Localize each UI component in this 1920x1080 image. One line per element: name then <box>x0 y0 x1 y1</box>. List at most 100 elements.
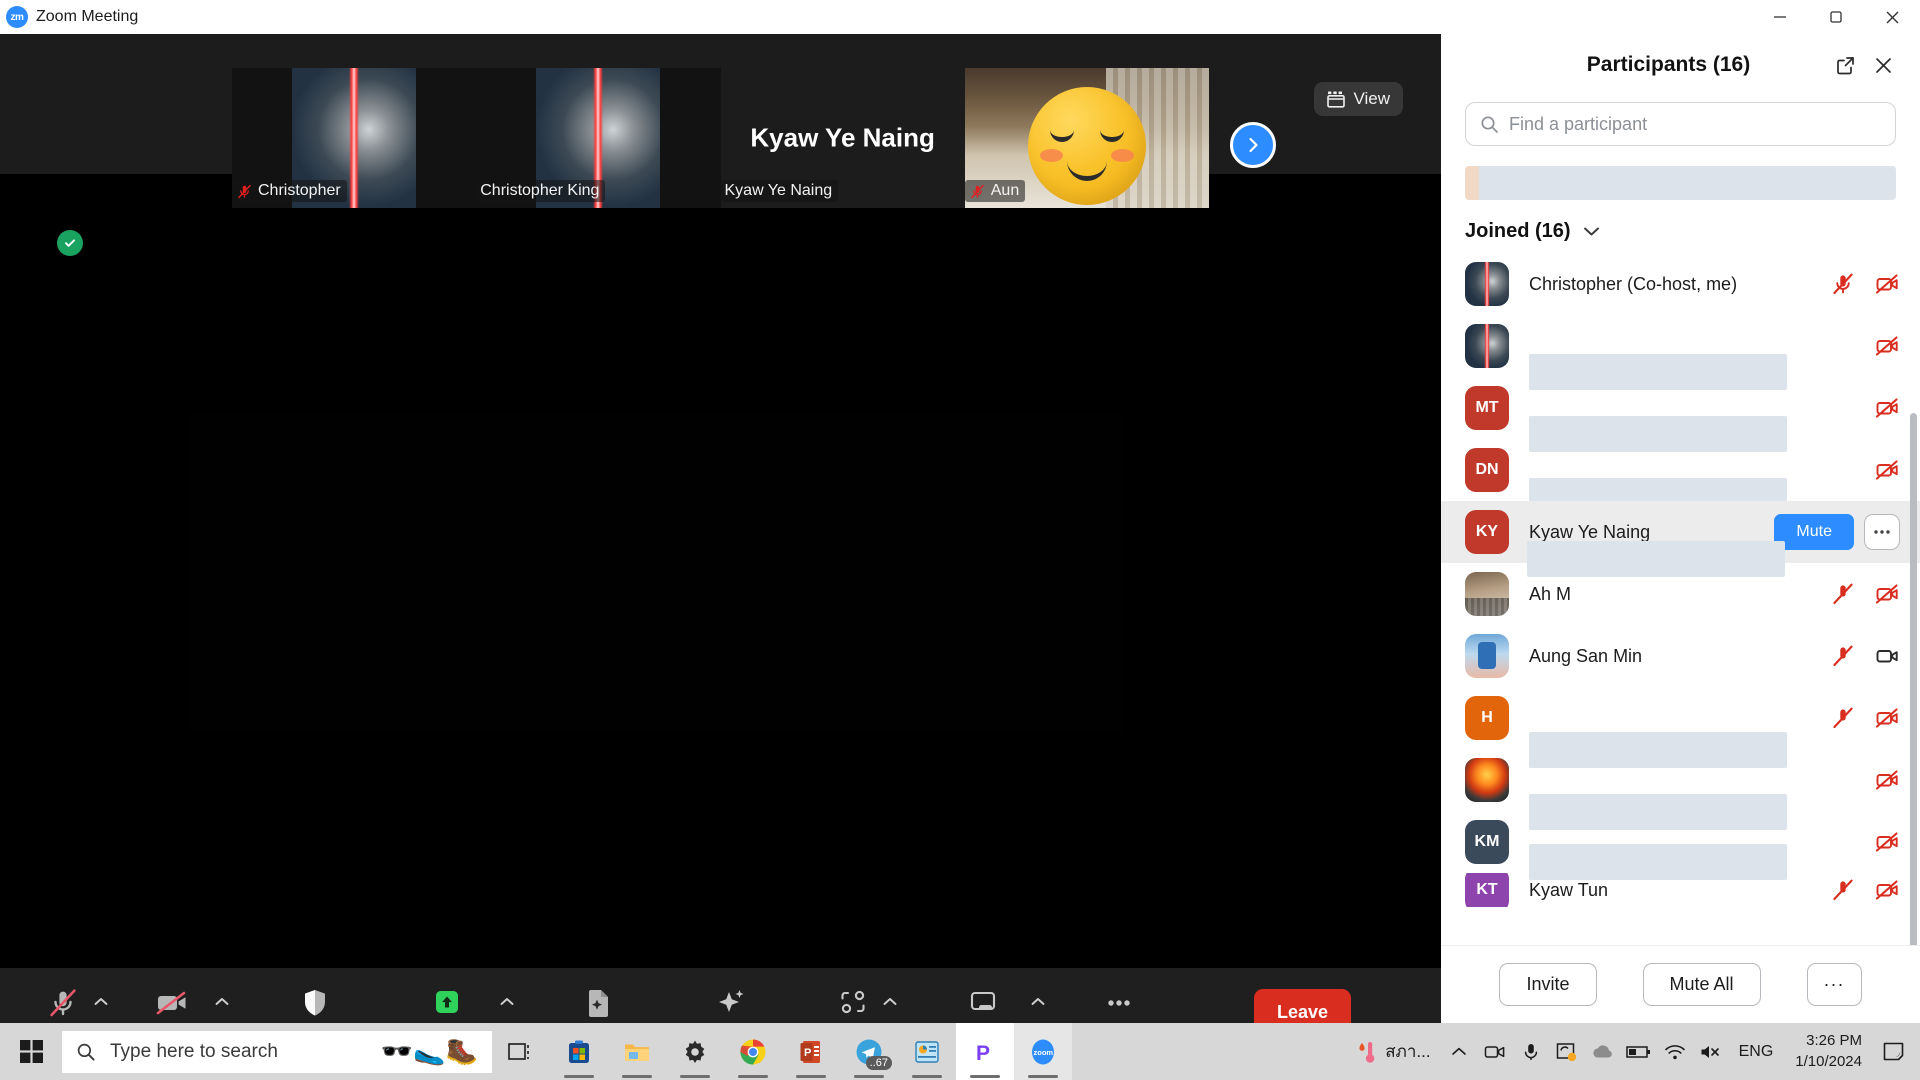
camera-muted-icon[interactable] <box>1874 829 1900 855</box>
mute-all-button[interactable]: Mute All <box>1642 963 1761 1006</box>
shared-content-area[interactable] <box>0 174 1441 974</box>
view-button[interactable]: View <box>1314 82 1403 116</box>
invite-button[interactable]: Invite <box>1499 963 1597 1006</box>
participant-status-icons <box>1874 395 1900 421</box>
search-icon <box>77 1043 95 1061</box>
search-box[interactable] <box>1465 102 1896 146</box>
participant-avatar: DN <box>1465 448 1509 492</box>
participant-row[interactable] <box>1441 315 1920 390</box>
task-view-icon[interactable] <box>492 1023 550 1080</box>
participants-scrollbar[interactable] <box>1910 413 1917 945</box>
tile-name: Christopher <box>258 182 341 199</box>
participant-row[interactable]: KT Kyaw Tun <box>1441 873 1920 907</box>
powerpoint-icon[interactable]: P <box>782 1023 840 1080</box>
participant-more-button[interactable] <box>1864 514 1900 550</box>
taskbar-clock[interactable]: 3:26 PM 1/10/2024 <box>1783 1031 1874 1072</box>
chevron-up-icon <box>215 998 229 1005</box>
joined-section-label: Joined (16) <box>1465 220 1571 242</box>
tile-name-badge: Aun <box>964 180 1026 202</box>
tile-name-badge: Christopher King <box>476 180 606 202</box>
onedrive-sync-icon[interactable] <box>1549 1023 1585 1080</box>
weather-widget[interactable]: สภา... <box>1346 1038 1440 1065</box>
view-button-label: View <box>1353 89 1390 108</box>
participant-row[interactable]: Aung San Min <box>1441 625 1920 687</box>
camera-muted-icon[interactable] <box>1874 581 1900 607</box>
microphone-muted-icon[interactable] <box>1830 643 1856 669</box>
panel-more-options-button[interactable]: ··· <box>1806 963 1862 1006</box>
camera-in-use-icon[interactable] <box>1477 1023 1513 1080</box>
microphone-muted-icon[interactable] <box>1830 271 1856 297</box>
thermometer-icon <box>1359 1041 1375 1063</box>
settings-gear-icon[interactable] <box>666 1023 724 1080</box>
window-controls <box>1752 0 1920 34</box>
tile-name: Kyaw Ye Naing <box>724 182 833 199</box>
participant-status-icons <box>1830 877 1900 903</box>
tile-name: Aun <box>990 182 1020 199</box>
participants-list[interactable]: Christopher (Co-host, me) MT DN KY Kyaw … <box>1441 253 1920 945</box>
taskbar-search-box[interactable]: Type here to search 🕶️🥿🥾 <box>62 1030 492 1073</box>
participant-row-hovered[interactable]: KY Kyaw Ye Naing Mute <box>1441 501 1920 577</box>
participant-row[interactable]: Christopher (Co-host, me) <box>1441 253 1920 315</box>
google-chrome-icon[interactable] <box>724 1023 782 1080</box>
chevron-up-icon[interactable] <box>1441 1023 1477 1080</box>
camera-muted-icon[interactable] <box>1874 271 1900 297</box>
participant-row[interactable]: Ah M <box>1441 563 1920 625</box>
participant-row[interactable]: KM <box>1441 811 1920 880</box>
cloud-icon[interactable] <box>1585 1023 1621 1080</box>
volume-muted-icon[interactable] <box>1693 1023 1729 1080</box>
video-tile[interactable]: Christopher King <box>476 68 721 208</box>
microphone-muted-icon <box>46 982 80 1020</box>
app-running-indicator <box>622 1075 652 1078</box>
pop-out-icon[interactable] <box>1830 50 1860 80</box>
microphone-muted-icon[interactable] <box>1830 705 1856 731</box>
battery-icon[interactable] <box>1621 1023 1657 1080</box>
window-title: Zoom Meeting <box>36 8 139 25</box>
svg-text:P: P <box>804 1047 811 1059</box>
windows-start-icon[interactable] <box>0 1023 62 1080</box>
zoom-logo-icon: zm <box>6 6 28 28</box>
dashboard-app-icon[interactable] <box>898 1023 956 1080</box>
telegram-icon[interactable]: ..67 <box>840 1023 898 1080</box>
file-explorer-icon[interactable] <box>608 1023 666 1080</box>
participant-row[interactable]: DN <box>1441 439 1920 514</box>
video-tile[interactable]: Aun <box>964 68 1209 208</box>
camera-muted-icon[interactable] <box>1874 457 1900 483</box>
camera-muted-icon[interactable] <box>1874 705 1900 731</box>
camera-on-icon[interactable] <box>1874 643 1900 669</box>
camera-muted-icon[interactable] <box>1874 333 1900 359</box>
maximize-button[interactable] <box>1808 0 1864 34</box>
avatar-initials: KT <box>1476 881 1498 898</box>
participant-row[interactable] <box>1441 749 1920 830</box>
microphone-muted-icon[interactable] <box>1830 877 1856 903</box>
whiteboard-icon <box>966 982 1000 1020</box>
chevron-up-icon <box>94 998 108 1005</box>
camera-muted-icon[interactable] <box>1874 395 1900 421</box>
mute-participant-button[interactable]: Mute <box>1774 514 1854 550</box>
perplexity-icon[interactable]: P <box>956 1023 1014 1080</box>
window-title-bar: zm Zoom Meeting <box>0 0 1920 34</box>
joined-section-header[interactable]: Joined (16) <box>1441 200 1920 253</box>
camera-muted-icon[interactable] <box>1874 877 1900 903</box>
video-tile[interactable]: Christopher <box>232 68 477 208</box>
close-button[interactable] <box>1864 0 1920 34</box>
svg-text:zoom: zoom <box>1034 1048 1054 1057</box>
next-page-button[interactable] <box>1230 122 1276 168</box>
notification-bell-icon[interactable] <box>1874 1023 1914 1080</box>
participant-row[interactable]: H <box>1441 687 1920 768</box>
tile-name-badge: Christopher <box>232 180 347 202</box>
close-panel-button[interactable] <box>1868 50 1898 80</box>
avatar-initials: KM <box>1474 833 1500 850</box>
language-indicator[interactable]: ENG <box>1729 1043 1784 1061</box>
microphone-muted-icon[interactable] <box>1830 581 1856 607</box>
wifi-icon[interactable] <box>1657 1023 1693 1080</box>
microsoft-store-icon[interactable] <box>550 1023 608 1080</box>
minimize-button[interactable] <box>1752 0 1808 34</box>
camera-muted-icon[interactable] <box>1874 767 1900 793</box>
participant-row[interactable]: MT <box>1441 377 1920 452</box>
summary-document-icon <box>585 982 613 1020</box>
search-input[interactable] <box>1509 113 1881 135</box>
participant-status-icons <box>1874 457 1900 483</box>
microphone-in-use-icon[interactable] <box>1513 1023 1549 1080</box>
zoom-icon[interactable]: zoom <box>1014 1023 1072 1080</box>
video-tile[interactable]: Kyaw Ye Naing Kyaw Ye Naing <box>720 68 965 208</box>
